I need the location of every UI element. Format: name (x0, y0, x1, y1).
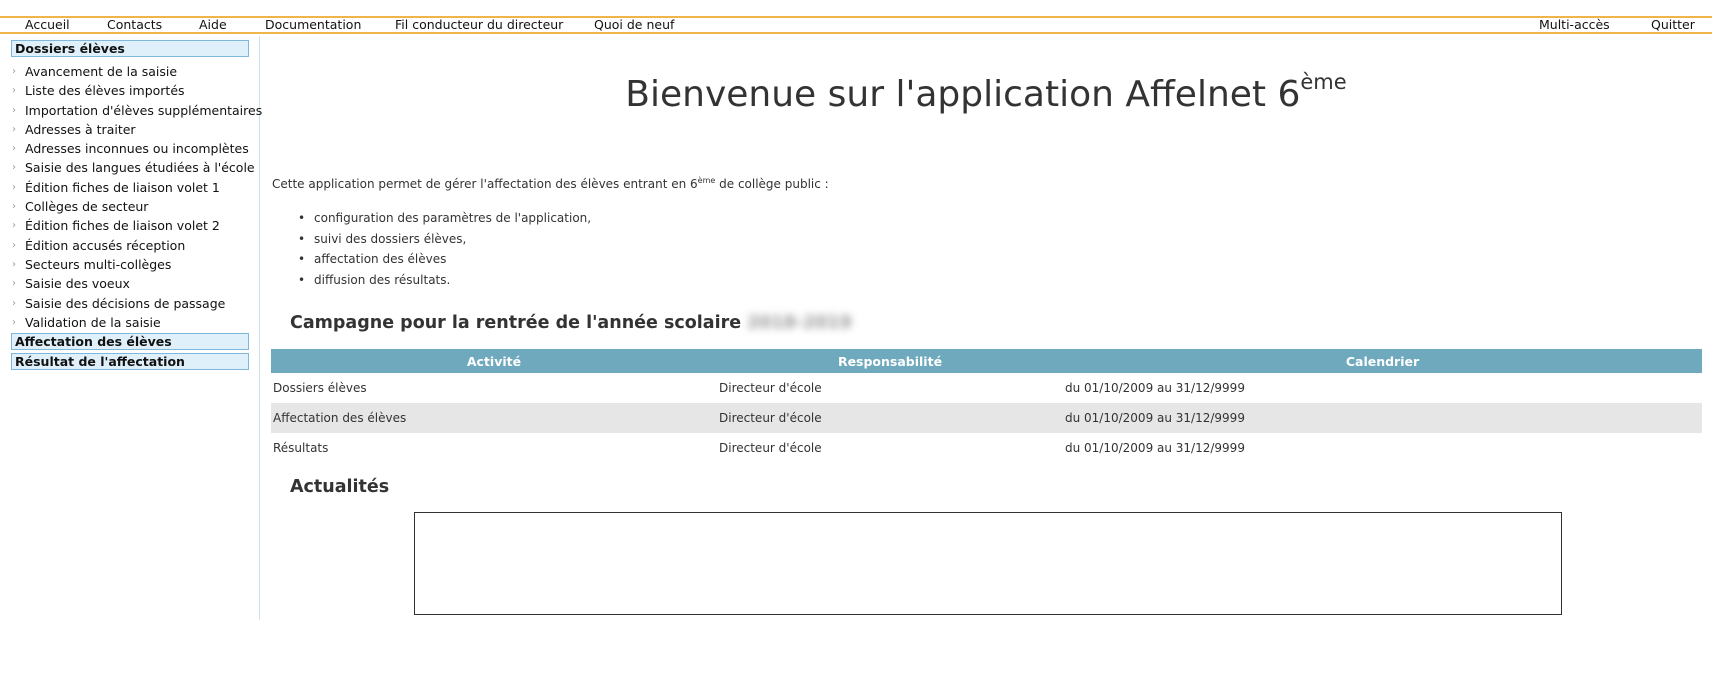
column-header-responsabilite: Responsabilité (717, 349, 1063, 373)
campaign-heading: Campagne pour la rentrée de l'année scol… (290, 313, 852, 333)
menu-accueil[interactable]: Accueil (25, 18, 70, 32)
chevron-right-icon: › (12, 220, 16, 232)
sidebar-item-accuses-reception[interactable]: › Édition accusés réception (0, 236, 258, 255)
chevron-right-icon: › (12, 201, 16, 213)
chevron-right-icon: › (12, 104, 16, 116)
chevron-right-icon: › (12, 239, 16, 251)
chevron-right-icon: › (12, 316, 16, 328)
sidebar-nav-list: › Avancement de la saisie › Liste des élèv… (0, 62, 262, 332)
cell-activite: Affectation des élèves (271, 403, 717, 433)
table-row: Dossiers élèves Directeur d'école du 01/… (271, 373, 1702, 403)
column-header-activite: Activité (271, 349, 717, 373)
cell-responsabilite: Directeur d'école (719, 441, 822, 455)
chevron-right-icon: › (12, 85, 16, 97)
cell-activite: Dossiers élèves (273, 381, 367, 395)
table-row: Résultats Directeur d'école du 01/10/200… (271, 433, 1702, 463)
sidebar-item-secteurs-multi[interactable]: › Secteurs multi-collèges (0, 255, 258, 274)
cell-responsabilite: Directeur d'école (719, 381, 822, 395)
cell-calendrier: du 01/10/2009 au 31/12/9999 (1063, 403, 1702, 433)
top-menu-bar: Accueil Contacts Aide Documentation Fil … (0, 16, 1712, 34)
campaign-year: 2018-2019 (747, 313, 852, 333)
sidebar-item-fiches-volet1[interactable]: › Édition fiches de liaison volet 1 (0, 178, 258, 197)
chevron-right-icon: › (12, 181, 16, 193)
sidebar-section-affectation[interactable]: Affectation des élèves (11, 333, 249, 350)
sidebar-section-dossiers[interactable]: Dossiers élèves (11, 40, 249, 57)
table-row: Affectation des élèves Directeur d'école… (271, 403, 1702, 433)
list-item: configuration des paramètres de l'applic… (298, 208, 591, 229)
sidebar-section-resultat[interactable]: Résultat de l'affectation (11, 353, 249, 370)
chevron-right-icon: › (12, 278, 16, 290)
sidebar-item-adresses-traiter[interactable]: › Adresses à traiter (0, 120, 258, 139)
list-item: suivi des dossiers élèves, (298, 229, 591, 250)
chevron-right-icon: › (12, 162, 16, 174)
menu-quitter[interactable]: Quitter (1651, 18, 1695, 32)
sidebar-item-voeux[interactable]: › Saisie des voeux (0, 274, 258, 293)
sidebar-item-importation[interactable]: › Importation d'élèves supplémentaires (0, 101, 262, 120)
chevron-right-icon: › (12, 66, 16, 77)
cell-responsabilite: Directeur d'école (717, 403, 1063, 433)
news-heading: Actualités (290, 477, 390, 497)
menu-multi-acces[interactable]: Multi-accès (1539, 18, 1610, 32)
list-item: diffusion des résultats. (298, 270, 591, 291)
menu-aide[interactable]: Aide (199, 18, 227, 32)
page-title: Bienvenue sur l'application Affelnet 6èm… (625, 70, 1347, 115)
feature-list: configuration des paramètres de l'applic… (298, 208, 591, 290)
menu-fil-conducteur[interactable]: Fil conducteur du directeur (395, 18, 563, 32)
list-item: affectation des élèves (298, 249, 591, 270)
intro-text: Cette application permet de gérer l'affe… (272, 176, 829, 191)
table-header-row: Activité Responsabilité Calendrier (271, 349, 1702, 373)
chevron-right-icon: › (12, 258, 16, 270)
sidebar-item-colleges-secteur[interactable]: › Collèges de secteur (0, 197, 258, 216)
sidebar-item-fiches-volet2[interactable]: › Édition fiches de liaison volet 2 (0, 216, 258, 235)
chevron-right-icon: › (12, 297, 16, 309)
sidebar: Dossiers élèves › Avancement de la saisie… (0, 36, 262, 620)
cell-calendrier: du 01/10/2009 au 31/12/9999 (1065, 441, 1245, 455)
campaign-table: Activité Responsabilité Calendrier Dossi… (271, 349, 1702, 463)
sidebar-item-avancement[interactable]: › Avancement de la saisie (0, 62, 258, 81)
cell-activite: Résultats (273, 441, 329, 455)
sidebar-item-adresses-inconnues[interactable]: › Adresses inconnues ou incomplètes (0, 139, 258, 158)
menu-documentation[interactable]: Documentation (265, 18, 361, 32)
sidebar-item-langues[interactable]: › Saisie des langues étudiées à l'école (0, 158, 258, 177)
column-header-calendrier: Calendrier (1063, 349, 1702, 373)
sidebar-item-validation[interactable]: › Validation de la saisie (0, 313, 258, 332)
menu-contacts[interactable]: Contacts (107, 18, 162, 32)
chevron-right-icon: › (12, 143, 16, 155)
sidebar-item-liste-eleves[interactable]: › Liste des élèves importés (0, 81, 258, 100)
main-content: Bienvenue sur l'application Affelnet 6èm… (270, 36, 1712, 636)
sidebar-item-decisions-passage[interactable]: › Saisie des décisions de passage (0, 294, 258, 313)
menu-quoi-de-neuf[interactable]: Quoi de neuf (594, 18, 674, 32)
cell-calendrier: du 01/10/2009 au 31/12/9999 (1065, 381, 1245, 395)
news-box (414, 512, 1562, 615)
chevron-right-icon: › (12, 123, 16, 135)
